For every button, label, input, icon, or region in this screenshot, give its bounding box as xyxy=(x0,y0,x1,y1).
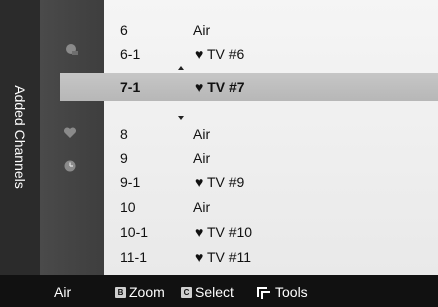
list-item[interactable]: 11-1 ♥ TV #11 xyxy=(104,246,438,268)
heart-icon xyxy=(63,127,77,138)
zoom-button[interactable]: Zoom xyxy=(129,284,165,300)
clock-icon xyxy=(64,160,76,172)
list-item[interactable]: 10-1 ♥ TV #10 xyxy=(104,221,438,243)
channel-name: ♥ TV #7 xyxy=(195,79,245,95)
channel-number: 11-1 xyxy=(120,249,147,265)
list-item[interactable]: 6 Air xyxy=(104,19,438,41)
channel-number: 7-1 xyxy=(120,79,141,95)
list-item[interactable]: 9-1 ♥ TV #9 xyxy=(104,171,438,193)
channel-number: 9 xyxy=(120,150,128,166)
selected-list-item[interactable]: 7-1 ♥ TV #7 xyxy=(104,73,438,101)
channel-number: 10 xyxy=(120,199,136,215)
channel-number: 6 xyxy=(120,22,128,38)
list-item[interactable]: 8 Air xyxy=(104,123,438,145)
list-item[interactable]: 10 Air xyxy=(104,196,438,218)
b-button-icon: B xyxy=(115,287,126,298)
list-item[interactable]: 9 Air xyxy=(104,147,438,169)
channel-name: ♥ TV #6 xyxy=(195,46,245,62)
scroll-up-icon[interactable] xyxy=(178,66,184,70)
satellite-icon xyxy=(66,44,78,55)
channel-number: 6-1 xyxy=(120,46,141,62)
channel-number: 10-1 xyxy=(120,224,149,240)
channel-name: ♥ TV #10 xyxy=(195,224,253,240)
list-item[interactable]: 6-1 ♥ TV #6 xyxy=(104,43,438,65)
icon-column xyxy=(40,0,119,275)
favorite-heart-icon: ♥ xyxy=(195,46,204,62)
side-tab[interactable]: Added Channels xyxy=(0,0,41,275)
channel-name: ♥ TV #9 xyxy=(195,174,245,190)
c-button-icon: C xyxy=(181,287,192,298)
antenna-mode[interactable]: Air xyxy=(54,284,71,300)
side-tab-label: Added Channels xyxy=(12,85,28,189)
channel-name: Air xyxy=(193,150,211,166)
favorite-heart-icon: ♥ xyxy=(195,224,204,240)
favorite-heart-icon: ♥ xyxy=(195,79,204,95)
channel-name: Air xyxy=(193,22,211,38)
select-button[interactable]: Select xyxy=(195,284,234,300)
channel-number: 9-1 xyxy=(120,174,141,190)
channel-list: 6 Air 6-1 ♥ TV #6 8 Air 9 Air 9-1 ♥ TV #… xyxy=(104,0,438,275)
channel-name: ♥ TV #11 xyxy=(195,249,252,265)
channel-list-screen: Added Channels 6 Air 6-1 ♥ TV #6 8 Air 9… xyxy=(0,0,438,307)
favorite-heart-icon: ♥ xyxy=(195,249,204,265)
channel-name: Air xyxy=(193,126,211,142)
channel-number: 8 xyxy=(120,126,128,142)
channel-name: Air xyxy=(193,199,211,215)
footer-bar: Air B Zoom C Select Tools xyxy=(0,275,438,307)
tools-icon xyxy=(257,287,270,299)
tools-button[interactable]: Tools xyxy=(275,284,308,300)
favorite-heart-icon: ♥ xyxy=(195,174,204,190)
scroll-down-icon[interactable] xyxy=(178,116,184,120)
